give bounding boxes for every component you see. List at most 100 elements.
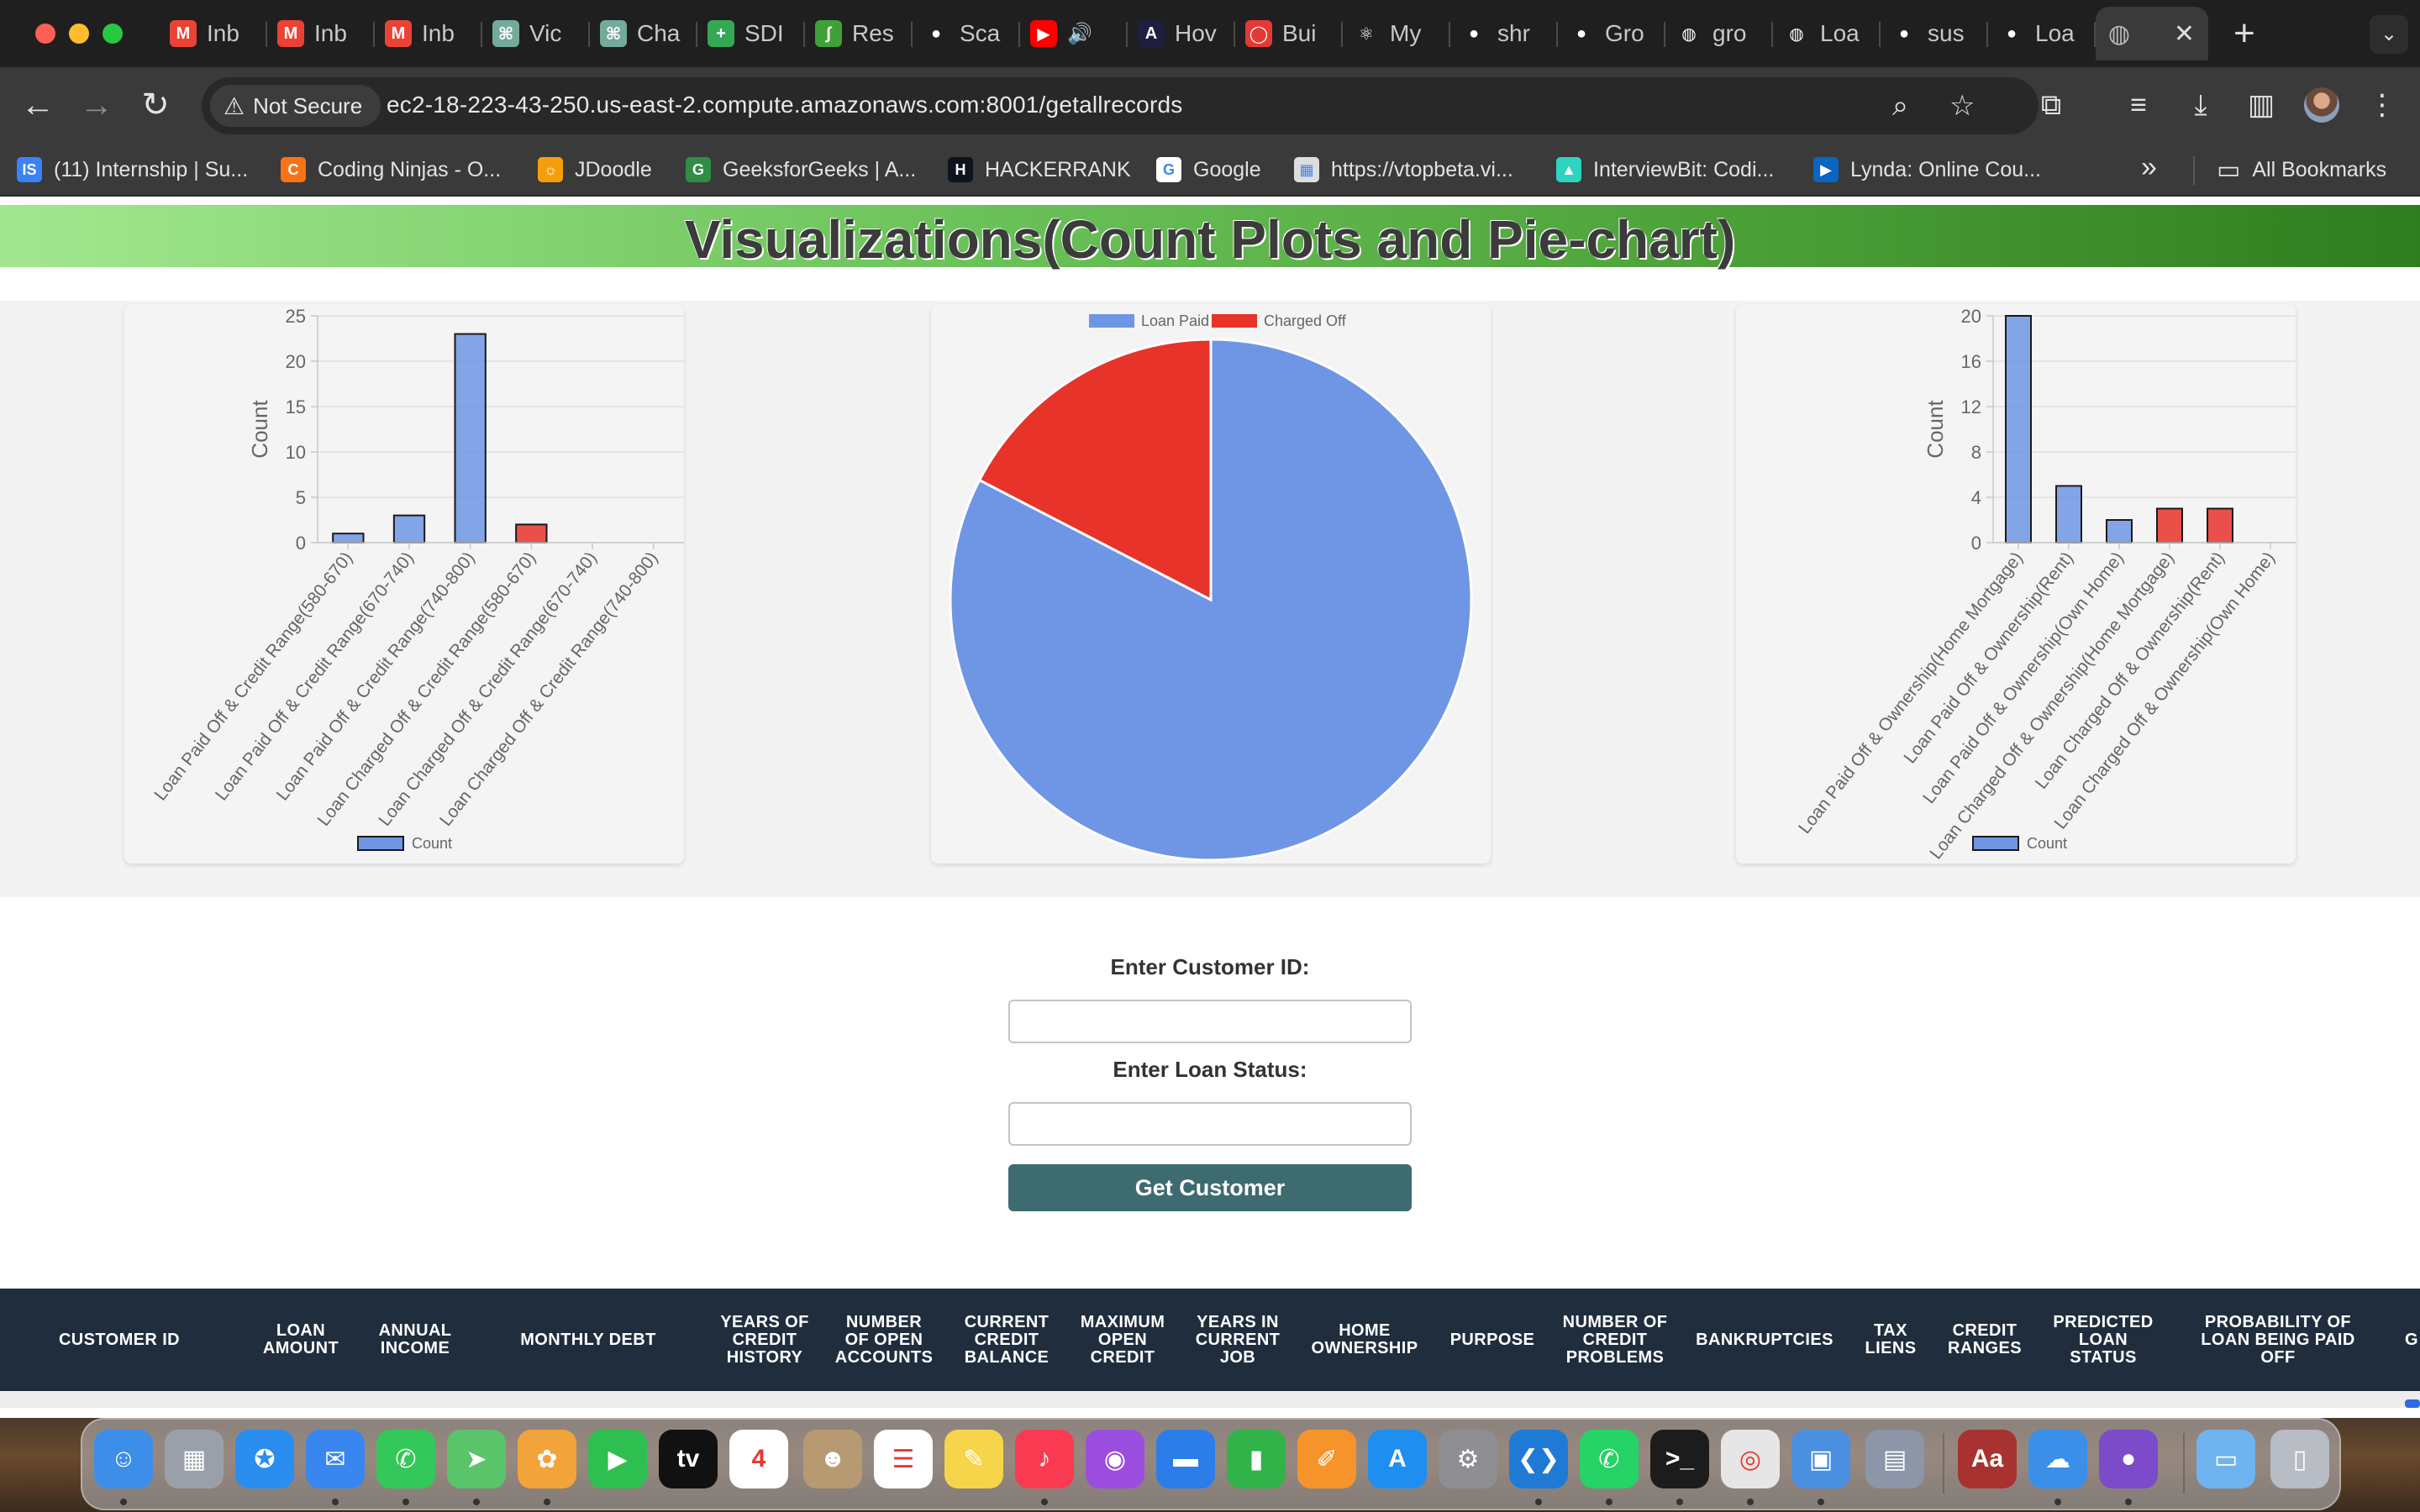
reload-icon[interactable]: ↻ [136, 86, 175, 124]
github-icon: ● [1460, 20, 1487, 47]
bar [454, 333, 487, 543]
browser-tab[interactable]: ⚛ My [1343, 7, 1450, 60]
settings-icon[interactable]: ⚙ [1439, 1430, 1497, 1488]
maximize-window-button[interactable] [103, 24, 123, 44]
tab-title: Bui [1282, 20, 1317, 46]
table-scrollbar[interactable] [2405, 1399, 2420, 1408]
browser-tab[interactable]: ▶ 🔊 [1020, 7, 1128, 60]
tab-audio-icon[interactable]: 🔊 [1067, 22, 1092, 46]
browser-tab[interactable]: ◍ Loa [1773, 7, 1881, 60]
globe-icon: ◍ [1783, 20, 1810, 47]
music-icon[interactable]: ♪ [1015, 1430, 1074, 1488]
browser-tab[interactable]: ⌘ Vic [482, 7, 590, 60]
bookmark-item[interactable]: C Coding Ninjas - O... [281, 153, 501, 186]
browser-tab[interactable]: + SDI [697, 7, 805, 60]
bookmark-star-icon[interactable]: ☆ [1949, 89, 1975, 123]
notes-icon[interactable]: ✎ [944, 1430, 1003, 1488]
loan-status-input[interactable] [1008, 1102, 1412, 1146]
download-icon[interactable]: ⤓ [2181, 86, 2220, 124]
folder-icon[interactable]: ▭ [2196, 1430, 2255, 1488]
whatsapp-icon[interactable]: ✆ [1580, 1430, 1639, 1488]
browser-tab[interactable]: M Inb [160, 7, 267, 60]
browser-tab[interactable]: A Hov [1128, 7, 1235, 60]
safari-icon[interactable]: ✪ [235, 1430, 294, 1488]
close-tab-icon[interactable]: ✕ [2174, 19, 2195, 49]
zoom-icon[interactable]: ⌕ [1892, 89, 1908, 123]
photos-icon[interactable]: ✿ [518, 1430, 576, 1488]
all-bookmarks-button[interactable]: ▭ All Bookmarks [2217, 153, 2386, 186]
side-panel-icon[interactable]: ▥ [2242, 86, 2281, 124]
bar [392, 514, 426, 544]
github-desktop-icon[interactable]: ● [2099, 1430, 2158, 1488]
contacts-icon[interactable]: ☻ [803, 1430, 862, 1488]
browser-tab-active[interactable]: ◍ ✕ [2096, 7, 2208, 60]
get-customer-button[interactable]: Get Customer [1008, 1164, 1412, 1211]
github-icon: ● [1568, 20, 1595, 47]
bookmark-item[interactable]: G Google [1156, 153, 1261, 186]
facetime-icon[interactable]: ▶ [588, 1430, 647, 1488]
podcasts-icon[interactable]: ◉ [1086, 1430, 1144, 1488]
browser-tab[interactable]: ∫ Res [805, 7, 913, 60]
customer-id-input[interactable] [1008, 1000, 1412, 1043]
maps-icon[interactable]: ➤ [447, 1430, 506, 1488]
legend-label: Loan Paid [1141, 312, 1209, 329]
reminders-icon[interactable]: ☰ [874, 1430, 933, 1488]
calendar-icon[interactable]: 4 [729, 1430, 788, 1488]
bookmark-item[interactable]: H HACKERRANK [948, 153, 1131, 186]
browser-tab[interactable]: ⌘ Cha [590, 7, 697, 60]
numbers-icon[interactable]: ▮ [1227, 1430, 1286, 1488]
mongodb-icon: ∫ [815, 20, 842, 47]
profile-avatar[interactable] [2304, 87, 2339, 123]
photobooth-icon[interactable]: ▤ [1865, 1430, 1924, 1488]
forward-icon[interactable]: → [77, 86, 116, 124]
messages-icon[interactable]: ✆ [376, 1430, 435, 1488]
browser-tab[interactable]: ● shr [1450, 7, 1558, 60]
appletv-icon[interactable]: tv [659, 1430, 718, 1488]
bookmark-item[interactable]: ▶ Lynda: Online Cou... [1813, 153, 2041, 186]
table-header-cell: Bankruptcies [1696, 1330, 1833, 1349]
chatgpt-icon: ⌘ [492, 20, 519, 47]
extensions-icon[interactable]: ⧉ [2032, 86, 2070, 124]
browser-tab[interactable]: M Inb [267, 7, 375, 60]
terminal-icon[interactable]: >_ [1650, 1430, 1709, 1488]
bookmark-label: (11) Internship | Su... [54, 157, 249, 181]
bookmark-item[interactable]: ▦ https://vtopbeta.vi... [1294, 153, 1513, 186]
media-controls-icon[interactable]: ≡ [2119, 86, 2158, 124]
menu-kebab-icon[interactable]: ⋮ [2363, 86, 2402, 124]
vscode-icon[interactable]: ❮❯ [1509, 1430, 1568, 1488]
weather-icon[interactable]: ☁ [2028, 1430, 2087, 1488]
gmail-icon: M [385, 20, 412, 47]
pages-icon[interactable]: ✐ [1297, 1430, 1356, 1488]
back-icon[interactable]: ← [18, 86, 57, 124]
browser-tab[interactable]: ● Loa [1988, 7, 2096, 60]
bookmark-item[interactable]: G GeeksforGeeks | A... [686, 153, 916, 186]
address-bar[interactable]: ⚠ Not Secure ec2-18-223-43-250.us-east-2… [202, 77, 2039, 134]
browser-tab[interactable]: ● Sca [913, 7, 1020, 60]
launchpad-icon[interactable]: ▦ [165, 1430, 224, 1488]
trash-icon[interactable]: ▯ [2270, 1430, 2329, 1488]
more-bookmarks-icon[interactable]: » [2141, 151, 2157, 184]
site-security-chip[interactable]: ⚠ Not Secure [210, 85, 381, 127]
new-tab-button[interactable]: + [2233, 15, 2255, 52]
bookmark-item[interactable]: ▲ InterviewBit: Codi... [1556, 153, 1774, 186]
url-text[interactable]: ec2-18-223-43-250.us-east-2.compute.amaz… [387, 92, 1182, 118]
appstore-icon[interactable]: A [1368, 1430, 1427, 1488]
browser-tab[interactable]: ● Gro [1558, 7, 1665, 60]
mail-icon[interactable]: ✉ [306, 1430, 365, 1488]
finder-icon[interactable]: ☺ [94, 1430, 153, 1488]
browser-tab[interactable]: ◯ Bui [1235, 7, 1343, 60]
browser-tab[interactable]: ● sus [1881, 7, 1988, 60]
chrome-icon[interactable]: ◎ [1721, 1430, 1780, 1488]
close-window-button[interactable] [35, 24, 55, 44]
google-icon: G [1156, 157, 1181, 182]
minimize-window-button[interactable] [69, 24, 89, 44]
tab-search-button[interactable]: ⌄ [2370, 15, 2408, 54]
dictionary-icon[interactable]: Aa [1958, 1430, 2017, 1488]
browser-tab[interactable]: M Inb [375, 7, 482, 60]
github-icon: ● [923, 20, 950, 47]
bookmark-item[interactable]: IS (11) Internship | Su... [17, 153, 248, 186]
preview-icon[interactable]: ▣ [1791, 1430, 1850, 1488]
bookmark-item[interactable]: ☼ JDoodle [538, 153, 652, 186]
browser-tab[interactable]: ◍ gro [1665, 7, 1773, 60]
keynote-icon[interactable]: ▬ [1156, 1430, 1215, 1488]
